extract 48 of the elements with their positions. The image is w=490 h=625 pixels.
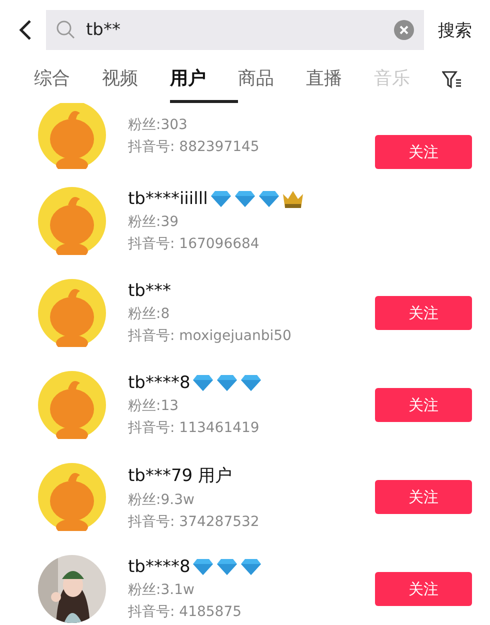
follow-button[interactable]: 关注	[375, 296, 472, 330]
follow-button[interactable]: 关注	[375, 135, 472, 169]
diamond-icon	[192, 558, 214, 576]
search-icon	[56, 20, 76, 40]
douyin-id: 抖音号: 113461419	[128, 419, 260, 437]
avatar-icon	[38, 279, 106, 347]
avatar-icon	[38, 371, 106, 439]
follow-button[interactable]: 关注	[375, 388, 472, 422]
search-field[interactable]: tb**	[46, 10, 424, 50]
avatar-icon	[38, 187, 106, 255]
avatar-icon	[38, 463, 106, 531]
user-name: tb****8	[128, 373, 190, 393]
diamond-icon	[216, 558, 238, 576]
diamond-icon	[216, 374, 238, 392]
douyin-id: 抖音号: 374287532	[128, 512, 260, 530]
user-name: tb****8	[128, 557, 190, 577]
diamond-icon	[234, 190, 256, 208]
clear-icon[interactable]	[394, 20, 414, 40]
user-name: tb***79 用户	[128, 464, 232, 486]
back-icon[interactable]	[18, 19, 32, 41]
tab[interactable]: 综合	[34, 56, 102, 103]
fan-count: 粉丝:3.1w	[128, 581, 196, 599]
follow-button[interactable]: 关注	[375, 572, 472, 606]
tab[interactable]: 直播	[306, 56, 374, 103]
filter-icon[interactable]	[442, 70, 462, 88]
diamond-icon	[240, 558, 262, 576]
diamond-icon	[192, 374, 214, 392]
fan-count: 粉丝:39	[128, 213, 180, 231]
douyin-id: 抖音号: 4185875	[128, 603, 243, 621]
diamond-icon	[258, 190, 280, 208]
diamond-icon	[210, 190, 232, 208]
fan-count: 粉丝:13	[128, 397, 180, 415]
tab[interactable]: 视频	[102, 56, 170, 103]
tab[interactable]: 用户	[170, 56, 238, 103]
douyin-id: 抖音号: 882397145	[128, 138, 260, 156]
crown-icon	[282, 189, 304, 209]
user-name: tb****iiilll	[128, 189, 208, 209]
douyin-id: 抖音号: 167096684	[128, 235, 260, 253]
follow-button[interactable]: 关注	[375, 480, 472, 514]
diamond-icon	[240, 374, 262, 392]
fan-count: 粉丝:303	[128, 116, 188, 134]
avatar-icon	[38, 103, 106, 169]
douyin-id: 抖音号: moxigejuanbi50	[128, 327, 292, 345]
search-button[interactable]: 搜索	[438, 18, 472, 42]
fan-count: 粉丝:8	[128, 305, 171, 323]
user-name: tb***	[128, 281, 171, 301]
fan-count: 粉丝:9.3w	[128, 490, 196, 508]
tab[interactable]: 商品	[238, 56, 306, 103]
